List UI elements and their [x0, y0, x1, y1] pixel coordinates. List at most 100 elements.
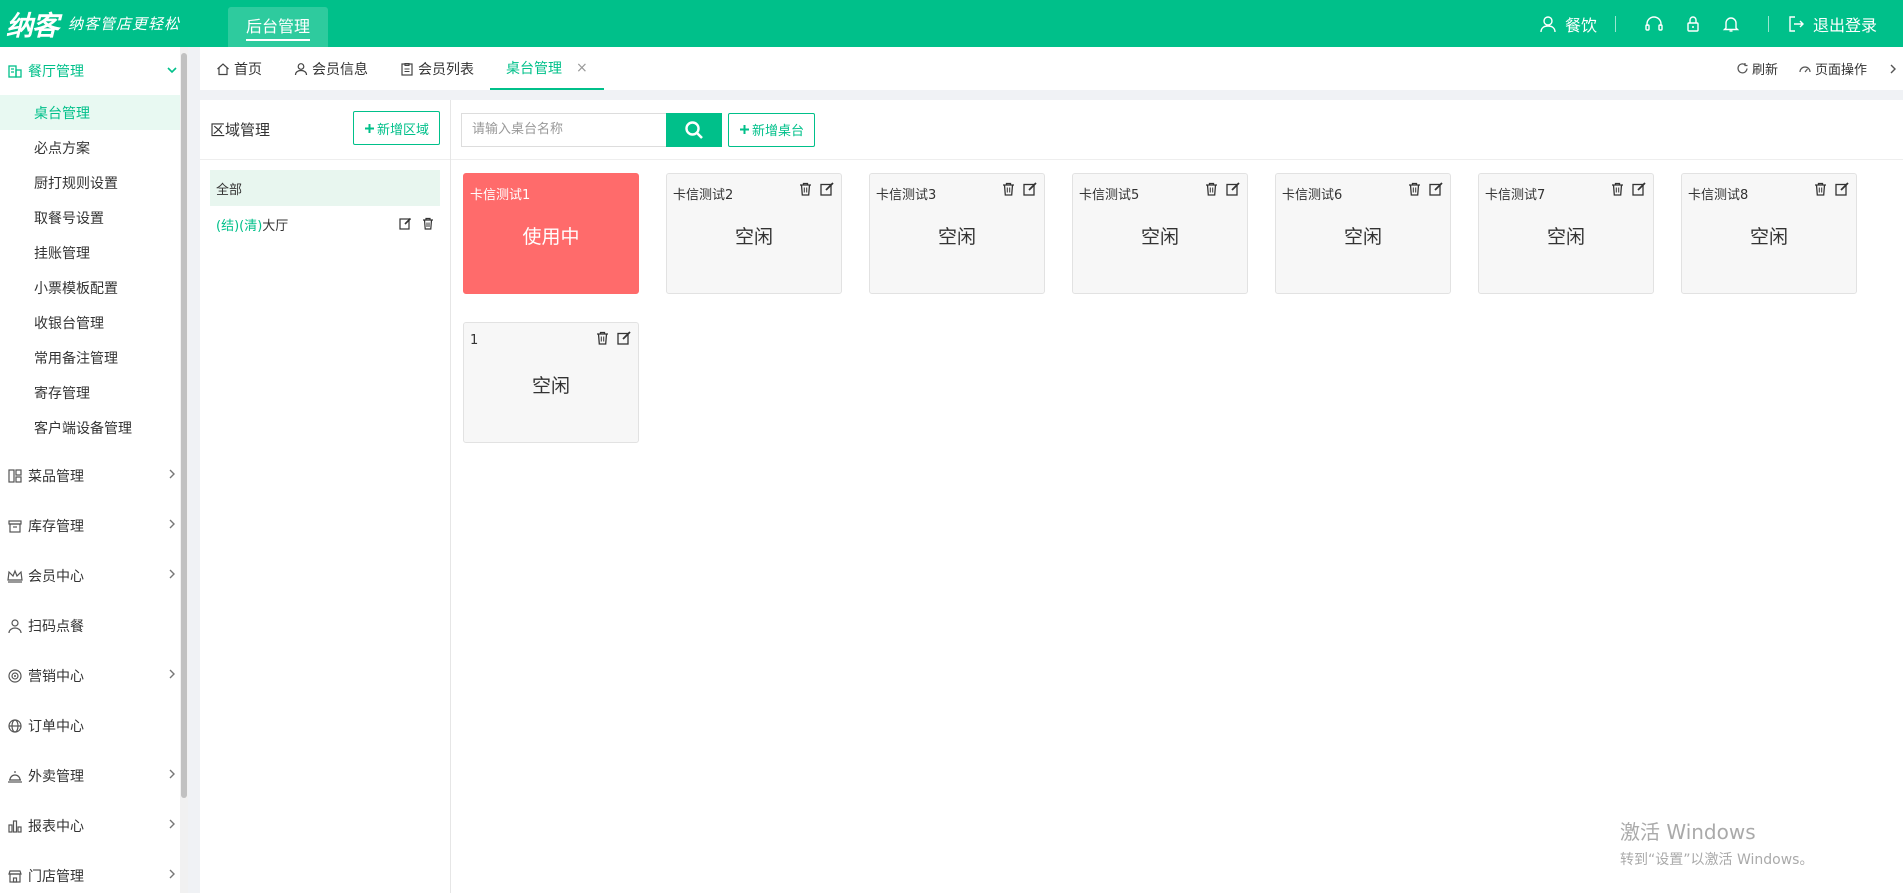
chart-icon: [6, 817, 24, 835]
sidebar-group-inventory[interactable]: 库存管理: [0, 501, 180, 551]
box-icon: [6, 517, 24, 535]
sidebar-group-store[interactable]: 门店管理: [0, 851, 180, 893]
sidebar-group-takeout[interactable]: 外卖管理: [0, 751, 180, 801]
sidebar-group-members[interactable]: 会员中心: [0, 551, 180, 601]
table-status: 空闲: [1749, 226, 1788, 248]
sidebar-item-required-dishes[interactable]: 必点方案: [0, 130, 180, 165]
table-card[interactable]: 卡信测试3 空闲: [869, 173, 1045, 294]
search-icon: [685, 120, 703, 139]
edit-icon[interactable]: [820, 182, 835, 196]
table-search-input[interactable]: [461, 112, 666, 147]
sidebar-item-label: 客户端设备管理: [34, 420, 132, 437]
sidebar-item-label: 小票模板配置: [34, 280, 118, 297]
sidebar-item-cashier[interactable]: 收银台管理: [0, 305, 180, 340]
watermark-title: 激活 Windows: [1620, 820, 1756, 844]
refresh-button[interactable]: 刷新: [1736, 59, 1778, 78]
sidebar-item-client-devices[interactable]: 客户端设备管理: [0, 410, 180, 445]
page-operations-button[interactable]: 页面操作: [1798, 59, 1867, 78]
sidebar-group-dishes[interactable]: 菜品管理: [0, 451, 180, 501]
add-table-label: 新增桌台: [752, 124, 805, 139]
sidebar-group-orders[interactable]: 订单中心: [0, 701, 180, 751]
tab-label: 桌台管理: [506, 60, 562, 77]
edit-icon[interactable]: [399, 217, 412, 230]
sidebar-group-label: 扫码点餐: [28, 619, 84, 635]
building-icon: [6, 62, 24, 80]
chevron-right-icon: [169, 469, 175, 479]
table-card[interactable]: 卡信测试2 空闲: [666, 173, 842, 294]
tables-panel: 新增桌台 卡信测试1 使用中 卡信测试2 空闲 卡信测试3 空闲 卡信测试5: [451, 100, 1903, 893]
trash-icon[interactable]: [422, 217, 434, 230]
edit-icon[interactable]: [617, 331, 632, 345]
table-name: 卡信测试2: [673, 188, 734, 203]
table-card[interactable]: 卡信测试1 使用中: [463, 173, 639, 294]
scrollbar-thumb[interactable]: [181, 53, 187, 798]
table-card[interactable]: 卡信测试5 空闲: [1072, 173, 1248, 294]
table-status: 空闲: [531, 375, 570, 397]
area-item-all[interactable]: 全部: [210, 170, 440, 206]
trash-icon[interactable]: [1408, 182, 1421, 196]
sidebar-group-reports[interactable]: 报表中心: [0, 801, 180, 851]
area-item-prefix: (结)(清): [216, 218, 263, 234]
sidebar-group-marketing[interactable]: 营销中心: [0, 651, 180, 701]
module-tab-backend[interactable]: 后台管理: [228, 7, 329, 47]
table-card[interactable]: 卡信测试7 空闲: [1478, 173, 1654, 294]
tab-table-management[interactable]: 桌台管理 ×: [490, 47, 604, 90]
sidebar-item-storage[interactable]: 寄存管理: [0, 375, 180, 410]
sidebar-item-kitchen-print-rules[interactable]: 厨打规则设置: [0, 165, 180, 200]
table-name: 卡信测试8: [1688, 188, 1749, 203]
tab-member-list[interactable]: 会员列表: [384, 47, 490, 90]
trash-icon[interactable]: [1814, 182, 1827, 196]
table-card[interactable]: 卡信测试8 空闲: [1681, 173, 1857, 294]
chevron-down-icon: [167, 67, 177, 74]
trash-icon[interactable]: [799, 182, 812, 196]
tab-home[interactable]: 首页: [200, 47, 278, 90]
sidebar-item-receipt-template[interactable]: 小票模板配置: [0, 270, 180, 305]
logout-button[interactable]: 退出登录: [1787, 12, 1877, 36]
edit-icon[interactable]: [1023, 182, 1038, 196]
page-tabs: 首页 会员信息 会员列表 桌台管理 × 刷新 页面操作: [200, 47, 1903, 90]
sidebar-item-label: 桌台管理: [34, 105, 90, 122]
logo-text: 纳客: [6, 11, 59, 42]
sidebar-item-pickup-number[interactable]: 取餐号设置: [0, 200, 180, 235]
tab-member-info[interactable]: 会员信息: [278, 47, 384, 90]
sidebar-group-label: 门店管理: [28, 869, 84, 885]
sidebar-item-label: 必点方案: [34, 140, 90, 157]
area-item-hall[interactable]: (结)(清) 大厅: [210, 206, 440, 242]
plus-icon: [364, 123, 374, 133]
trash-icon[interactable]: [1611, 182, 1624, 196]
edit-icon[interactable]: [1632, 182, 1647, 196]
headset-button[interactable]: [1644, 15, 1664, 33]
lock-button[interactable]: [1684, 15, 1702, 33]
sidebar-group-scan-order[interactable]: 扫码点餐: [0, 601, 180, 651]
close-icon[interactable]: ×: [576, 60, 588, 76]
watermark-subtitle: 转到“设置”以激活 Windows。: [1620, 852, 1814, 868]
sidebar-item-label: 厨打规则设置: [34, 175, 118, 192]
chevron-right-icon[interactable]: [1887, 63, 1899, 75]
sidebar-scrollbar[interactable]: [180, 47, 188, 893]
table-status: 空闲: [1140, 226, 1179, 248]
trash-icon[interactable]: [596, 331, 609, 345]
sidebar-group-restaurant[interactable]: 餐厅管理: [0, 47, 180, 95]
divider: [1614, 15, 1616, 32]
edit-icon[interactable]: [1226, 182, 1241, 196]
bell-dome-icon: [6, 767, 24, 785]
chevron-right-icon: [169, 569, 175, 579]
table-status: 空闲: [1546, 226, 1585, 248]
table-card[interactable]: 1 空闲: [463, 322, 639, 443]
layout-icon: [6, 467, 24, 485]
notification-button[interactable]: [1722, 15, 1740, 33]
user-menu[interactable]: 餐饮: [1539, 12, 1597, 36]
add-table-button[interactable]: 新增桌台: [728, 112, 816, 147]
trash-icon[interactable]: [1002, 182, 1015, 196]
table-card[interactable]: 卡信测试6 空闲: [1275, 173, 1451, 294]
chevron-right-icon: [169, 869, 175, 879]
search-button[interactable]: [666, 112, 722, 147]
sidebar-item-common-notes[interactable]: 常用备注管理: [0, 340, 180, 375]
sidebar-item-credit-account[interactable]: 挂账管理: [0, 235, 180, 270]
edit-icon[interactable]: [1835, 182, 1850, 196]
edit-icon[interactable]: [1429, 182, 1444, 196]
module-tab-label: 后台管理: [246, 13, 311, 41]
sidebar-item-table-management[interactable]: 桌台管理: [0, 95, 180, 130]
add-area-button[interactable]: 新增区域: [352, 111, 440, 145]
trash-icon[interactable]: [1205, 182, 1218, 196]
